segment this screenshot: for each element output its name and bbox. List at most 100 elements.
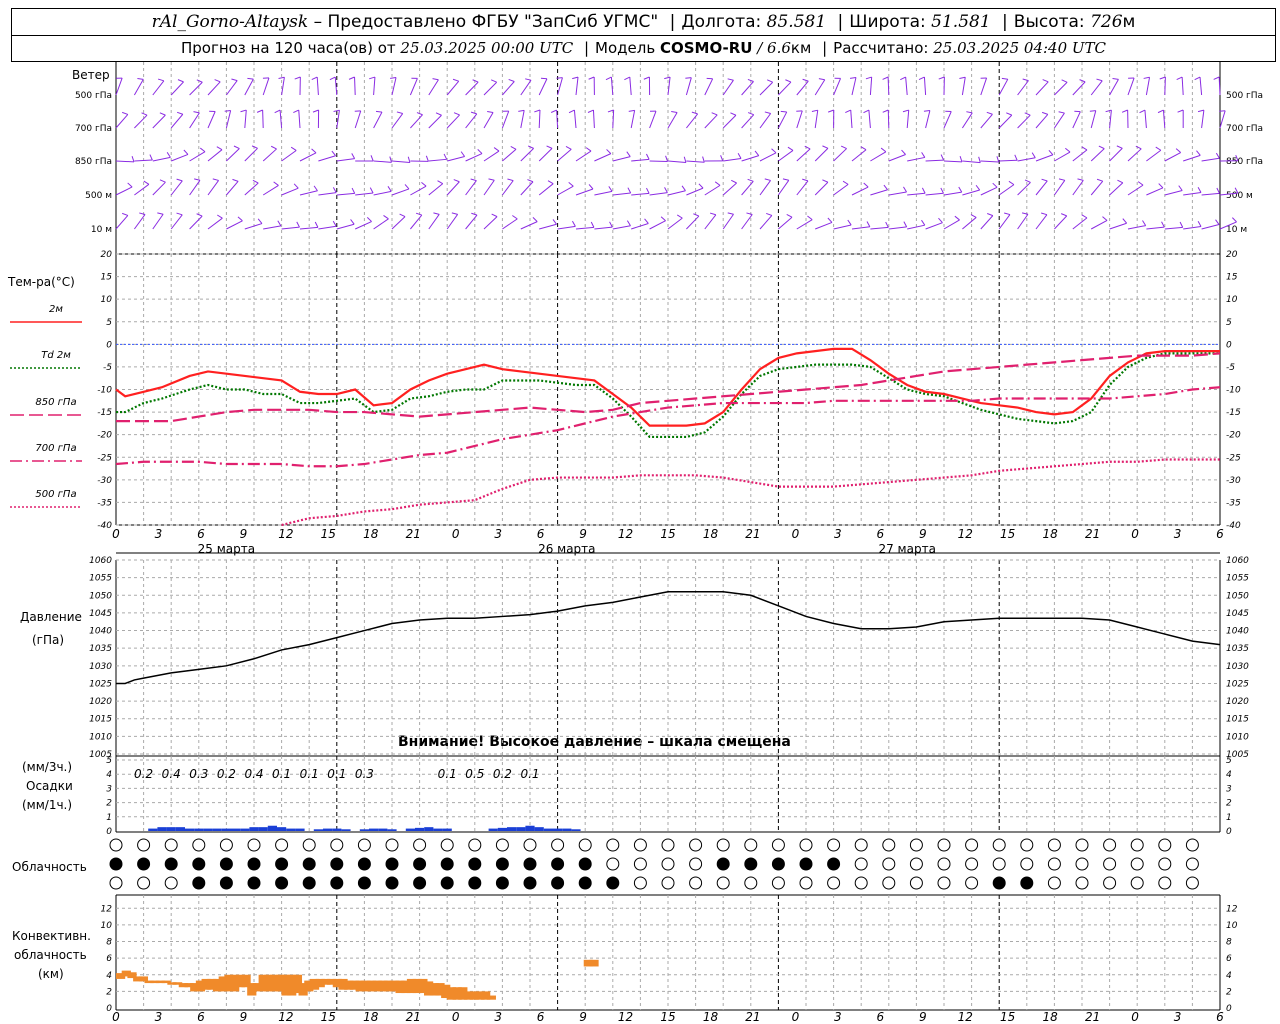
- cloud-symbol: [1185, 857, 1199, 871]
- wind-barb: [998, 78, 1009, 96]
- cloud-symbol: [661, 838, 675, 852]
- wind-barb: [134, 159, 153, 162]
- cloud-symbol: [937, 838, 951, 852]
- cloud-fill: [524, 877, 536, 889]
- wind-barb: [1146, 226, 1165, 230]
- cloud-fill: [717, 858, 730, 870]
- cloud-fill: [606, 877, 619, 889]
- wind-barb: [1035, 214, 1048, 230]
- wind-barb-flag: [865, 76, 872, 80]
- cloud-symbol: [1103, 857, 1117, 871]
- wind-barb: [226, 148, 240, 162]
- wind-barb-flag: [217, 214, 223, 219]
- wind-barb: [262, 185, 279, 196]
- wind-barb-flag: [1175, 148, 1181, 153]
- wind-barb: [1054, 81, 1068, 96]
- wind-barb-flag: [978, 156, 981, 163]
- wind-barb: [1201, 192, 1220, 196]
- cloud-fill: [275, 858, 288, 870]
- wind-barb-flag: [709, 212, 716, 216]
- cloud-symbol: [302, 838, 316, 852]
- wind-barb: [189, 112, 200, 129]
- cloud-fill: [496, 877, 509, 889]
- wind-barb: [943, 111, 952, 129]
- wind-barb: [1127, 77, 1135, 96]
- wind-barb-flag: [311, 148, 317, 154]
- temp-tick-right: 5: [1226, 318, 1232, 328]
- wind-barb-flag: [863, 182, 869, 188]
- wind-barb: [207, 111, 216, 129]
- cloud-fill: [524, 858, 536, 870]
- wind-barb: [980, 186, 998, 196]
- wind-barb-flag: [137, 77, 144, 80]
- wind-barb-flag: [470, 111, 477, 115]
- wind-barb-flag: [1014, 154, 1018, 161]
- wind-barb: [722, 213, 734, 230]
- cloud-fill: [358, 858, 371, 870]
- pressure-tick-right: 1055: [1226, 574, 1249, 584]
- cloud-symbol: [385, 838, 399, 852]
- pressure-tick-left: 1015: [89, 715, 112, 725]
- wind-barb-flag: [277, 220, 282, 227]
- wind-barb-flag: [693, 213, 700, 217]
- wind-barb-flag: [626, 151, 631, 157]
- cloud-symbol: [357, 838, 371, 852]
- wind-barb: [428, 183, 444, 196]
- wind-barb: [1219, 110, 1226, 129]
- cloud-fill: [993, 877, 1006, 889]
- wind-barb: [207, 180, 219, 196]
- cloud-symbol: [909, 876, 923, 890]
- precip-amount: 0.1: [327, 767, 346, 781]
- wind-barb: [1181, 77, 1184, 96]
- wind-barb-flag: [1096, 78, 1103, 82]
- meteogram-svg: 500 гПа 500 гПа 700 гПа 700 гПа 850 гПа 850 г…: [10, 62, 1263, 1024]
- wind-barb: [446, 181, 460, 196]
- cloud-fill: [413, 877, 426, 889]
- precip-bar: [166, 827, 176, 831]
- wind-barb-flag: [1121, 109, 1128, 113]
- wind-level-label-right: 500 гПа: [1226, 91, 1263, 101]
- wind-barb: [244, 147, 258, 162]
- precip-bar: [543, 828, 553, 831]
- wind-barb: [152, 181, 166, 196]
- wind-barb: [447, 156, 465, 162]
- wind-barb: [887, 109, 890, 129]
- wind-barb-flag: [139, 212, 146, 215]
- wind-level-label-right: 10 м: [1226, 225, 1247, 235]
- wind-barb: [318, 155, 336, 162]
- wind-barb: [1053, 180, 1066, 196]
- wind-barb-flag: [605, 76, 612, 81]
- precip-bar: [497, 827, 507, 831]
- wind-barb: [502, 218, 518, 230]
- wind-barb: [759, 113, 772, 129]
- wind-barb-flag: [565, 146, 572, 150]
- wind-barb: [538, 183, 554, 196]
- wind-barb-flag: [568, 109, 575, 114]
- wind-barb: [667, 217, 683, 230]
- wind-barb: [1054, 151, 1071, 162]
- precip-bar: [516, 827, 526, 831]
- wind-barb: [704, 214, 717, 230]
- wind-barb: [704, 114, 718, 129]
- wind-barb: [428, 114, 442, 129]
- wind-barb: [538, 148, 553, 162]
- wind-barb: [851, 186, 869, 196]
- time-tick: 0: [792, 527, 800, 541]
- wind-barb-flag: [293, 183, 299, 189]
- wind-barb: [391, 216, 406, 230]
- wind-barb: [1035, 114, 1049, 129]
- wind-barb-flag: [194, 178, 201, 181]
- wind-barb-flag: [387, 186, 392, 192]
- temp-tick-left: 5: [106, 318, 112, 328]
- wind-barb: [961, 77, 966, 96]
- wind-barb: [465, 153, 483, 162]
- wind-barb-flag: [1061, 79, 1068, 83]
- time-tick-bottom: 6: [197, 1010, 205, 1024]
- wind-barb: [851, 77, 857, 96]
- wind-barb-flag: [1008, 180, 1015, 186]
- wind-barb-flag: [366, 217, 372, 222]
- temp-tick-right: 20: [1226, 250, 1238, 260]
- cloud-symbol: [275, 838, 289, 852]
- wind-barb: [133, 79, 144, 96]
- cloud-symbol: [137, 876, 151, 890]
